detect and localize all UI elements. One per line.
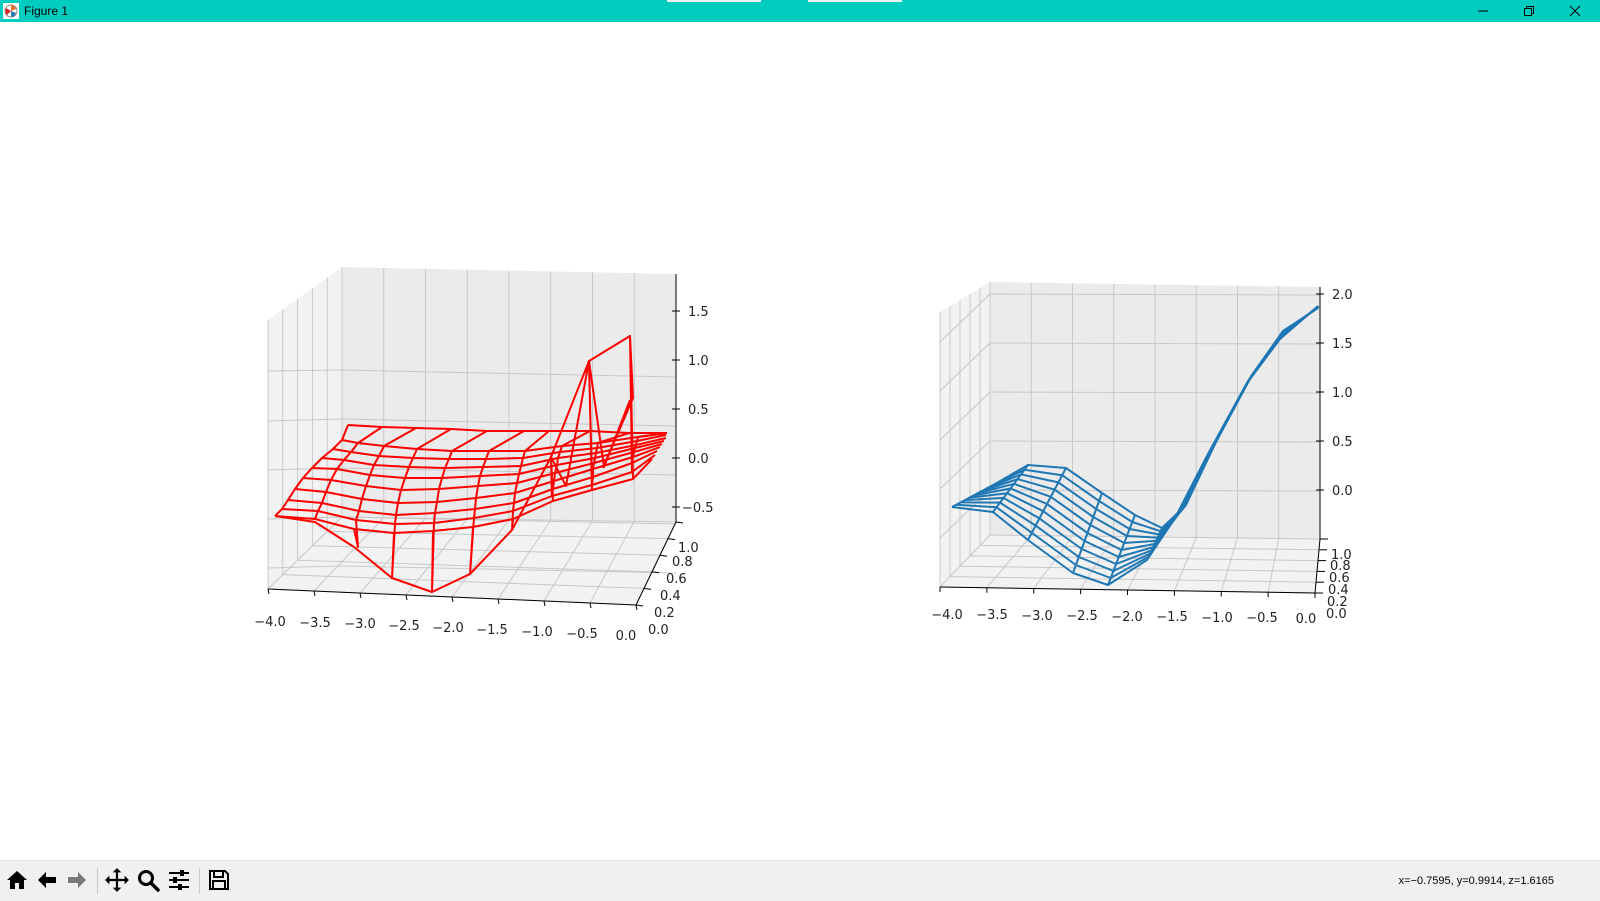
z-tick-label: 1.0 bbox=[1332, 386, 1353, 401]
home-icon bbox=[7, 871, 27, 889]
floppy-disk-icon bbox=[209, 870, 229, 890]
x-tick-label: −2.5 bbox=[388, 619, 420, 634]
x-tick-label: −4.0 bbox=[254, 615, 286, 630]
x-tick-label: −1.5 bbox=[1156, 610, 1188, 625]
save-button[interactable] bbox=[204, 865, 234, 895]
x-tick-label: −3.5 bbox=[976, 608, 1008, 623]
x-tick-label: 0.0 bbox=[616, 629, 637, 644]
x-tick-label: −0.5 bbox=[566, 627, 598, 642]
forward-button[interactable] bbox=[62, 865, 92, 895]
z-tick-label: 1.0 bbox=[688, 354, 709, 369]
titlebar-highlight bbox=[808, 0, 902, 2]
y-tick-label: 0.2 bbox=[654, 606, 675, 621]
x-tick bbox=[267, 588, 270, 595]
x-tick-label: −1.0 bbox=[521, 625, 553, 640]
arrow-left-icon bbox=[38, 872, 56, 888]
y-tick-label: 0.6 bbox=[666, 572, 687, 587]
arrow-right-icon bbox=[68, 872, 86, 888]
z-tick-label: 0.0 bbox=[688, 452, 709, 467]
x-tick-labels: −4.0 −3.5 −3.0 −2.5 −2.0 −1.5 −1.0 −0.5 … bbox=[254, 615, 636, 644]
y-tick-label: 1.0 bbox=[678, 541, 699, 556]
z-tick-labels: 0.0 0.5 1.0 1.5 2.0 bbox=[1332, 288, 1353, 499]
close-icon bbox=[1569, 5, 1581, 17]
y-tick bbox=[675, 521, 684, 524]
y-tick bbox=[643, 587, 652, 590]
x-tick bbox=[359, 592, 362, 599]
sliders-icon bbox=[169, 870, 189, 890]
minimize-icon bbox=[1478, 10, 1488, 12]
x-tick bbox=[405, 594, 408, 601]
y-tick-label: 0.4 bbox=[660, 589, 681, 604]
minimize-button[interactable] bbox=[1460, 0, 1506, 22]
x-tick-label: −2.0 bbox=[1111, 610, 1143, 625]
x-tick-label: 0.0 bbox=[1296, 612, 1317, 627]
matplotlib-app-icon bbox=[3, 3, 19, 19]
y-tick-labels: 0.0 0.2 0.4 0.6 0.8 1.0 bbox=[1326, 548, 1352, 622]
z-tick-label: 1.5 bbox=[1332, 337, 1353, 352]
close-button[interactable] bbox=[1552, 0, 1598, 22]
z-tick-label: 1.5 bbox=[688, 305, 709, 320]
z-tick-label: 0.5 bbox=[1332, 435, 1353, 450]
x-tick-label: −3.0 bbox=[1021, 609, 1053, 624]
y-tick bbox=[667, 538, 676, 541]
y-tick-label: 0.8 bbox=[672, 555, 693, 570]
subplot-2-axes[interactable]: −4.0 −3.5 −3.0 −2.5 −2.0 −1.5 −1.0 −0.5 … bbox=[931, 282, 1353, 627]
configure-subplots-button[interactable] bbox=[164, 865, 194, 895]
x-tick-label: −2.5 bbox=[1066, 609, 1098, 624]
x-tick-label: −0.5 bbox=[1246, 611, 1278, 626]
window-titlebar: Figure 1 bbox=[0, 0, 1600, 22]
x-tick bbox=[451, 596, 454, 603]
x-tick-label: −1.5 bbox=[476, 623, 508, 638]
pan-button[interactable] bbox=[102, 865, 132, 895]
x-tick-label: −1.0 bbox=[1201, 611, 1233, 626]
x-tick bbox=[635, 604, 638, 611]
window-title: Figure 1 bbox=[24, 4, 69, 18]
x-tick bbox=[589, 602, 592, 609]
zoom-button[interactable] bbox=[133, 865, 163, 895]
figure-canvas[interactable]: −4.0 −3.5 −3.0 −2.5 −2.0 −1.5 −1.0 −0.5 … bbox=[0, 22, 1600, 860]
x-tick-label: −3.0 bbox=[344, 617, 376, 632]
restore-button[interactable] bbox=[1506, 0, 1552, 22]
home-button[interactable] bbox=[2, 865, 32, 895]
left-pane bbox=[940, 282, 990, 587]
titlebar-highlight bbox=[667, 0, 761, 2]
x-tick bbox=[543, 600, 546, 607]
y-tick-label: 1.0 bbox=[1331, 548, 1352, 563]
y-tick bbox=[659, 554, 668, 557]
x-tick bbox=[497, 598, 500, 605]
cursor-coordinates: x=−0.7595, y=0.9914, z=1.6165 bbox=[1398, 875, 1554, 887]
x-tick-label: −3.5 bbox=[299, 616, 331, 631]
z-tick-label: 0.0 bbox=[1332, 484, 1353, 499]
back-button[interactable] bbox=[32, 865, 62, 895]
navigation-toolbar: x=−0.7595, y=0.9914, z=1.6165 bbox=[0, 860, 1600, 901]
x-tick-labels: −4.0 −3.5 −3.0 −2.5 −2.0 −1.5 −1.0 −0.5 … bbox=[931, 608, 1316, 627]
z-tick-label: 2.0 bbox=[1332, 288, 1353, 303]
x-tick-label: −4.0 bbox=[931, 608, 963, 623]
magnifier-icon bbox=[138, 870, 160, 892]
restore-icon bbox=[1524, 6, 1534, 16]
x-tick bbox=[313, 590, 316, 597]
y-tick bbox=[635, 604, 644, 607]
move-icon bbox=[105, 868, 129, 892]
toolbar-separator bbox=[199, 868, 200, 894]
x-tick-label: −2.0 bbox=[432, 621, 464, 636]
toolbar-separator bbox=[97, 868, 98, 894]
z-tick-labels: −0.5 0.0 0.5 1.0 1.5 bbox=[682, 305, 714, 516]
y-tick-label: 0.0 bbox=[648, 623, 669, 638]
z-tick-label: 0.5 bbox=[688, 403, 709, 418]
figure-svg: −4.0 −3.5 −3.0 −2.5 −2.0 −1.5 −1.0 −0.5 … bbox=[254, 267, 1353, 644]
subplot-1-axes[interactable]: −4.0 −3.5 −3.0 −2.5 −2.0 −1.5 −1.0 −0.5 … bbox=[254, 267, 714, 644]
z-tick-label: −0.5 bbox=[682, 501, 714, 516]
